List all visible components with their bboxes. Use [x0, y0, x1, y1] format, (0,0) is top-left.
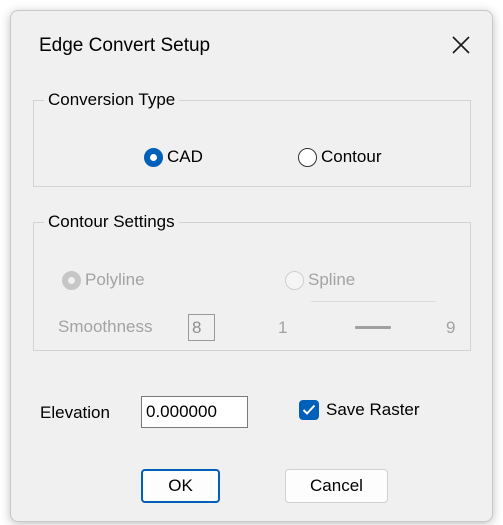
smoothness-slider-track[interactable]: [311, 301, 436, 302]
radio-spline-label: Spline: [308, 270, 356, 289]
contour-settings-legend: Contour Settings: [44, 211, 179, 233]
radio-unchecked-icon: [285, 270, 304, 290]
radio-checked-icon: [144, 147, 163, 167]
close-icon: [452, 36, 470, 54]
slider-max-label: 9: [446, 318, 456, 337]
cancel-button[interactable]: Cancel: [285, 469, 388, 503]
save-raster-label: Save Raster: [326, 400, 420, 419]
ok-button[interactable]: OK: [141, 469, 220, 503]
title-bar: Edge Convert Setup: [11, 11, 492, 79]
radio-unchecked-icon: [298, 147, 317, 167]
radio-polyline-label: Polyline: [85, 270, 145, 289]
slider-min-label: 1: [278, 318, 288, 337]
conversion-type-legend: Conversion Type: [44, 89, 180, 111]
close-button[interactable]: [443, 27, 479, 63]
radio-polyline[interactable]: Polyline: [62, 268, 145, 292]
radio-spline[interactable]: Spline: [285, 268, 355, 292]
save-raster-checkbox[interactable]: Save Raster: [299, 400, 420, 420]
smoothness-label: Smoothness: [58, 317, 153, 336]
radio-contour-label: Contour: [321, 147, 382, 166]
radio-checked-icon: [62, 270, 81, 290]
dialog-title: Edge Convert Setup: [39, 35, 211, 56]
conversion-type-group: Conversion Type CAD Contour: [33, 89, 471, 187]
edge-convert-setup-dialog: Edge Convert Setup Conversion Type CAD C…: [10, 10, 493, 522]
radio-cad[interactable]: CAD: [144, 145, 203, 169]
smoothness-field[interactable]: 8: [188, 314, 215, 341]
elevation-input[interactable]: [141, 396, 248, 428]
checkbox-checked-icon: [299, 400, 319, 420]
smoothness-slider-thumb[interactable]: [355, 326, 391, 329]
elevation-label: Elevation: [40, 403, 110, 422]
radio-contour[interactable]: Contour: [298, 145, 381, 169]
contour-settings-group: Contour Settings Polyline Spline Smoothn…: [33, 211, 471, 351]
radio-cad-label: CAD: [167, 147, 203, 166]
